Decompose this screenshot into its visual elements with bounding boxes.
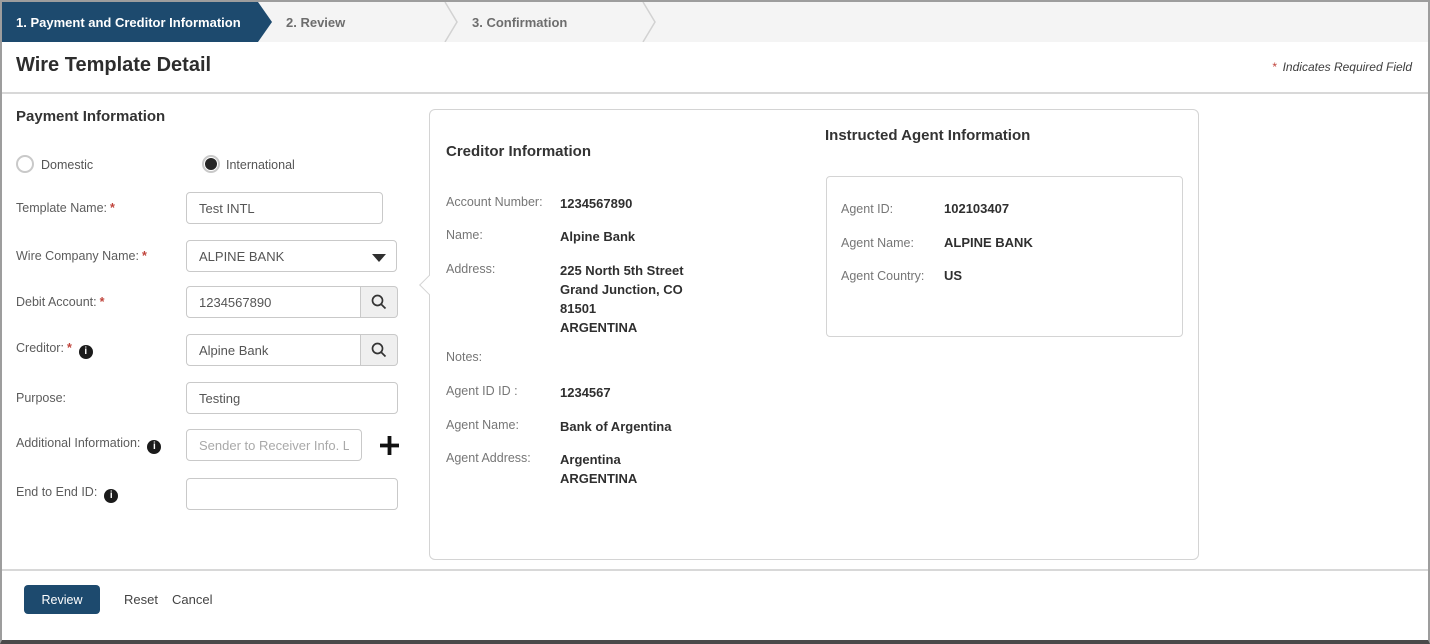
wire-company-name-value: ALPINE BANK: [199, 248, 285, 264]
account-number-label: Account Number:: [446, 195, 543, 209]
caret-down-icon: [372, 254, 386, 262]
creditor-address-value: 225 North 5th Street Grand Junction, CO …: [560, 263, 684, 335]
creditor-address-label: Address:: [446, 262, 496, 276]
creditor-agent-name-label: Agent Name:: [446, 418, 519, 432]
search-icon: [371, 294, 387, 310]
creditor-name-label: Name:: [446, 228, 483, 242]
required-asterisk: *: [1271, 60, 1277, 74]
required-asterisk: *: [99, 295, 105, 309]
agent-address-label: Agent Address:: [446, 451, 531, 465]
agent-country-label: Agent Country:: [841, 269, 925, 283]
plus-icon: [380, 435, 399, 455]
debit-account-row: Debit Account: *: [16, 286, 398, 318]
creditor-details-panel: Creditor Information Account Number: 123…: [419, 109, 1199, 560]
agent-id-id-value: 1234567: [560, 385, 611, 400]
add-additional-information-button[interactable]: [380, 435, 399, 455]
agent-country-row: Agent Country: US: [841, 268, 962, 283]
step-separator-icon: [642, 2, 656, 42]
debit-account-search-button[interactable]: [361, 286, 398, 318]
additional-information-row: Additional Information: i: [16, 429, 399, 461]
wire-company-name-label: Wire Company Name: *: [16, 249, 147, 263]
end-to-end-id-input[interactable]: [186, 478, 398, 510]
creditor-agent-name-value: Bank of Argentina: [560, 419, 672, 434]
agent-address-value: Argentina ARGENTINA: [560, 452, 638, 486]
end-to-end-id-label: End to End ID: i: [16, 485, 186, 503]
international-radio-label[interactable]: International: [226, 158, 295, 172]
end-to-end-id-row: End to End ID: i: [16, 478, 398, 510]
agent-id-label: Agent ID:: [841, 202, 894, 216]
review-button[interactable]: Review: [24, 585, 100, 614]
instructed-agent-name-row: Agent Name: ALPINE BANK: [841, 235, 1033, 250]
step-review[interactable]: 2. Review: [272, 2, 444, 42]
wire-company-name-row: Wire Company Name: * ALPINE BANK: [16, 240, 397, 272]
creditor-agent-name-row: Agent Name: Bank of Argentina: [446, 417, 671, 436]
agent-id-id-label: Agent ID ID :: [446, 384, 518, 398]
required-asterisk: *: [141, 249, 147, 263]
creditor-address-row: Address: 225 North 5th Street Grand Junc…: [446, 261, 684, 337]
reset-button[interactable]: Reset: [124, 592, 158, 607]
required-note-text: Indicates Required Field: [1282, 60, 1412, 74]
creditor-search-button[interactable]: [361, 334, 398, 366]
domestic-radio[interactable]: [16, 155, 34, 173]
debit-account-input[interactable]: [186, 286, 361, 318]
info-icon[interactable]: i: [104, 488, 119, 503]
notes-row: Notes:: [446, 349, 560, 364]
cancel-button[interactable]: Cancel: [172, 592, 212, 607]
payment-type-radio-group: Domestic International: [16, 154, 416, 176]
creditor-input[interactable]: [186, 334, 361, 366]
additional-information-label: Additional Information: i: [16, 436, 186, 454]
content-area: Payment Information Domestic Internation…: [2, 96, 1428, 569]
panel-pointer-notch: [419, 275, 439, 295]
required-field-note: * Indicates Required Field: [1272, 60, 1412, 74]
notes-label: Notes:: [446, 350, 483, 364]
purpose-label: Purpose:: [16, 391, 67, 405]
step1-label: 1. Payment and Creditor Information: [16, 14, 241, 30]
step3-label: 3. Confirmation: [472, 14, 568, 30]
info-icon[interactable]: i: [147, 439, 162, 454]
agent-id-row: Agent ID: 102103407: [841, 201, 1009, 216]
payment-information-heading: Payment Information: [16, 108, 166, 125]
footer-action-bar: Review Reset Cancel: [2, 569, 1428, 640]
instructed-agent-name-label: Agent Name:: [841, 236, 914, 250]
title-bar: Wire Template Detail * Indicates Required…: [2, 42, 1428, 94]
debit-account-label: Debit Account: *: [16, 295, 105, 309]
account-number-value: 1234567890: [560, 196, 633, 211]
international-radio[interactable]: [202, 155, 220, 173]
template-name-label: Template Name: *: [16, 201, 115, 215]
step2-label: 2. Review: [286, 14, 346, 30]
instructed-agent-name-value: ALPINE BANK: [944, 235, 1033, 250]
step-payment-and-creditor-information[interactable]: 1. Payment and Creditor Information: [2, 2, 272, 42]
instructed-agent-box: Agent ID: 102103407 Agent Name: ALPINE B…: [826, 176, 1183, 337]
wizard-steps-bar: 1. Payment and Creditor Information 2. R…: [2, 2, 1428, 42]
agent-address-row: Agent Address: Argentina ARGENTINA: [446, 450, 637, 488]
creditor-information-heading: Creditor Information: [446, 143, 591, 160]
page-title: Wire Template Detail: [16, 54, 212, 76]
instructed-agent-information-heading: Instructed Agent Information: [825, 127, 1031, 144]
creditor-row: Creditor: * i: [16, 334, 398, 366]
search-icon: [371, 342, 387, 358]
required-asterisk: *: [66, 341, 72, 356]
creditor-name-value: Alpine Bank: [560, 229, 636, 244]
agent-country-value: US: [944, 268, 963, 283]
agent-id-id-row: Agent ID ID : 1234567: [446, 383, 611, 402]
purpose-input[interactable]: [186, 382, 398, 414]
template-name-row: Template Name: *: [16, 192, 383, 224]
purpose-row: Purpose:: [16, 382, 398, 414]
required-asterisk: *: [110, 201, 115, 215]
wire-company-name-select[interactable]: ALPINE BANK: [186, 240, 397, 272]
template-name-input[interactable]: [186, 192, 383, 224]
agent-id-value: 102103407: [944, 201, 1010, 216]
additional-information-input[interactable]: [186, 429, 362, 461]
info-icon[interactable]: i: [78, 344, 93, 359]
step-separator-icon: [444, 2, 458, 42]
creditor-label: Creditor: * i: [16, 341, 186, 359]
account-number-row: Account Number: 1234567890: [446, 194, 632, 213]
step-confirmation[interactable]: 3. Confirmation: [458, 2, 642, 42]
domestic-radio-label[interactable]: Domestic: [41, 158, 93, 172]
wire-template-detail-page: 1. Payment and Creditor Information 2. R…: [0, 0, 1430, 644]
creditor-name-row: Name: Alpine Bank: [446, 227, 635, 246]
